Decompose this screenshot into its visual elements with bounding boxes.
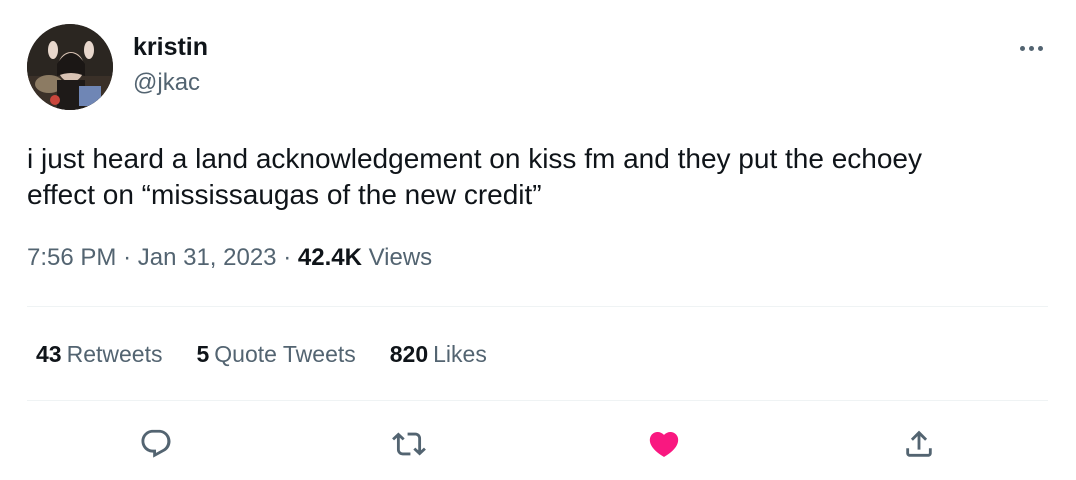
retweet-icon bbox=[392, 432, 426, 456]
likes-count: 820 bbox=[389, 341, 429, 367]
tweet-time[interactable]: 7:56 PM bbox=[27, 244, 116, 271]
retweets-label: Retweets bbox=[66, 341, 163, 367]
share-button[interactable] bbox=[897, 422, 941, 466]
divider bbox=[27, 400, 1048, 401]
more-options-icon[interactable] bbox=[1014, 34, 1048, 62]
heart-icon bbox=[649, 431, 679, 457]
tweet-meta: 7:56 PM · Jan 31, 2023 · 42.4K Views bbox=[27, 242, 432, 274]
avatar-photo bbox=[27, 24, 113, 110]
divider bbox=[27, 306, 1048, 307]
dot bbox=[1037, 45, 1043, 51]
dot bbox=[1019, 45, 1025, 51]
separator: · bbox=[283, 244, 292, 271]
likes-stat[interactable]: 820 Likes bbox=[390, 338, 487, 370]
avatar[interactable] bbox=[27, 24, 113, 110]
retweet-button[interactable] bbox=[387, 422, 431, 466]
views-label: Views bbox=[368, 244, 433, 271]
quote-tweets-count: 5 bbox=[196, 341, 210, 367]
tweet-text: i just heard a land acknowledgement on k… bbox=[27, 143, 922, 210]
separator: · bbox=[123, 244, 132, 271]
views-count: 42.4K bbox=[297, 244, 362, 271]
retweets-count: 43 bbox=[36, 341, 62, 367]
quote-tweets-stat[interactable]: 5 Quote Tweets bbox=[196, 338, 355, 370]
reply-button[interactable] bbox=[134, 422, 178, 466]
dot bbox=[1028, 45, 1034, 51]
engagement-stats: 43 Retweets 5 Quote Tweets 820 Likes bbox=[36, 338, 521, 370]
retweets-stat[interactable]: 43 Retweets bbox=[36, 338, 162, 370]
reply-icon bbox=[141, 429, 171, 458]
author-name[interactable]: kristin bbox=[133, 31, 208, 63]
like-button[interactable] bbox=[642, 422, 686, 466]
author-handle[interactable]: @jkac bbox=[133, 67, 200, 99]
likes-label: Likes bbox=[433, 341, 487, 367]
share-icon bbox=[906, 430, 932, 457]
quote-tweets-label: Quote Tweets bbox=[214, 341, 356, 367]
tweet-date[interactable]: Jan 31, 2023 bbox=[138, 244, 277, 271]
